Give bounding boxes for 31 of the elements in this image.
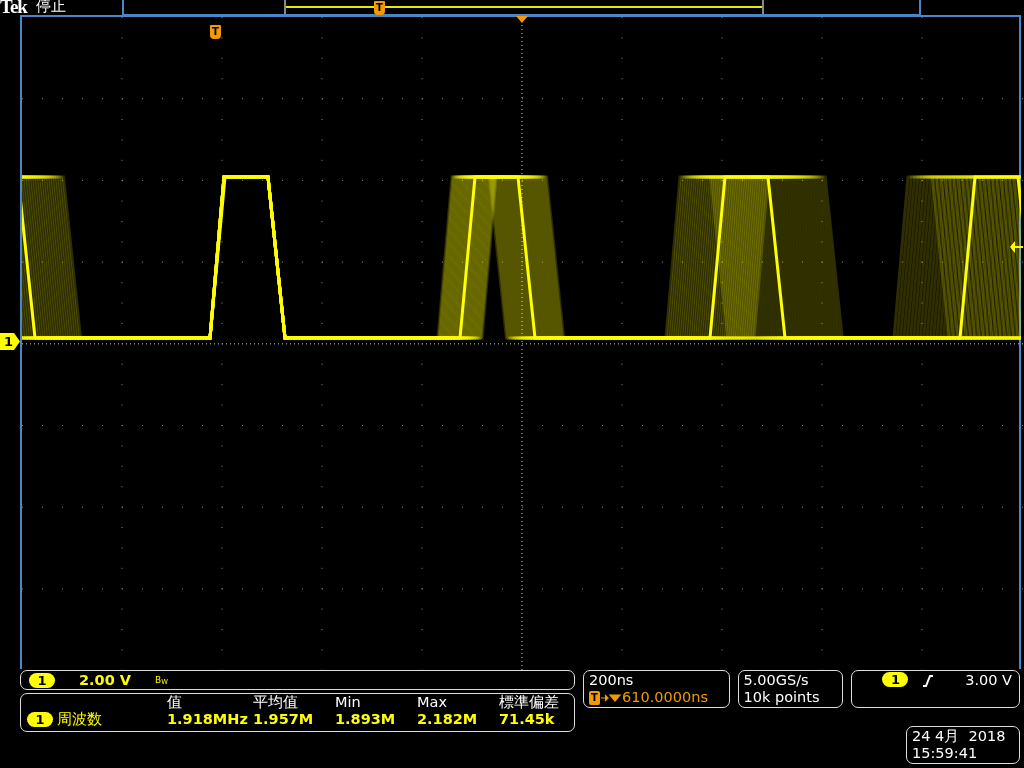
- measurement-value: 1.957M: [253, 711, 315, 728]
- date: 24 4月 2018: [912, 728, 1007, 745]
- channel-marker: 1: [0, 333, 20, 350]
- record-length: 10k points: [743, 689, 821, 706]
- column-header: 標準偏差: [499, 694, 560, 711]
- vertical-scale: 2.00 V: [79, 671, 132, 689]
- channel-badge: 1: [27, 712, 53, 727]
- time: 15:59:41: [912, 745, 979, 762]
- trigger-marker: T: [210, 25, 221, 39]
- trigger-position-icon: [516, 16, 528, 24]
- column-header: Max: [417, 694, 448, 711]
- column-header: 值: [167, 694, 183, 711]
- measurement-value: 1.918MHz: [167, 711, 249, 728]
- trigger-level-icon: [1010, 241, 1023, 253]
- measurement-value: 1.893M: [335, 711, 397, 728]
- measurement-value: 2.182M: [417, 711, 479, 728]
- column-header: Min: [335, 694, 362, 711]
- brand-logo: Tek: [0, 0, 27, 16]
- sample-rate: 5.00GS/s: [743, 672, 810, 689]
- bandwidth-limit: B$_{W}$: [155, 673, 168, 689]
- measurement-name: 周波数: [57, 711, 102, 728]
- channel-badge: 1: [29, 672, 55, 688]
- trigger-source-badge: 1: [882, 672, 909, 687]
- trigger-level: 3.00 V: [965, 672, 1012, 689]
- measurement-value: 71.45k: [499, 711, 556, 728]
- horizontal-scale: 200ns: [589, 672, 635, 689]
- trigger-icon: T: [589, 690, 600, 705]
- delay-arrow-icon: [600, 692, 622, 703]
- column-header: 平均值: [253, 694, 299, 711]
- trigger-position: 610.0000ns: [622, 689, 708, 706]
- trigger-marker: T: [374, 1, 385, 15]
